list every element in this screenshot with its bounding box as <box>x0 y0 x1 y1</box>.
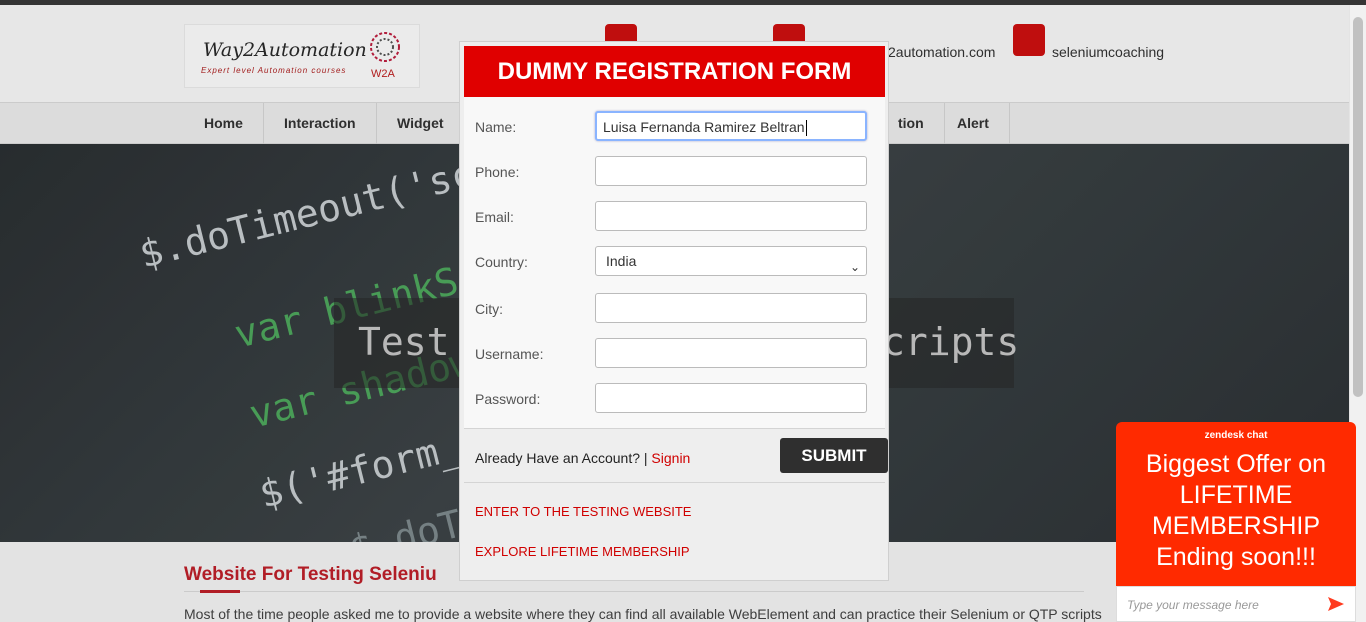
form-panel <box>464 46 885 428</box>
name-label: Name: <box>475 119 517 135</box>
country-label: Country: <box>475 254 528 270</box>
phone-label: Phone: <box>475 164 520 180</box>
modal-title: DUMMY REGISTRATION FORM <box>464 46 885 97</box>
account-text: Already Have an Account? | <box>475 450 648 466</box>
links-divider <box>464 482 885 483</box>
signin-link[interactable]: Signin <box>651 450 690 466</box>
chat-input-placeholder: Type your message here <box>1127 598 1259 612</box>
email-label: Email: <box>475 209 514 225</box>
zendesk-chat-widget[interactable]: zendesk chat Biggest Offer on LIFETIME M… <box>1116 422 1356 622</box>
email-field[interactable] <box>595 201 867 231</box>
city-field[interactable] <box>595 293 867 323</box>
password-label: Password: <box>475 391 541 407</box>
country-select[interactable]: India ⌄ <box>595 246 867 276</box>
chat-message-input[interactable]: Type your message here <box>1116 586 1356 622</box>
scrollbar-thumb[interactable] <box>1353 17 1363 397</box>
send-icon[interactable] <box>1327 595 1345 613</box>
registration-modal: DUMMY REGISTRATION FORM Name: Luisa Fern… <box>459 41 889 581</box>
password-field[interactable] <box>595 383 867 413</box>
username-label: Username: <box>475 346 544 362</box>
name-field[interactable]: Luisa Fernanda Ramirez Beltran <box>595 111 867 141</box>
membership-link[interactable]: EXPLORE LIFETIME MEMBERSHIP <box>475 544 690 559</box>
zendesk-brand: zendesk chat <box>1204 430 1268 441</box>
username-field[interactable] <box>595 338 867 368</box>
account-prompt: Already Have an Account? | Signin <box>475 450 690 466</box>
enter-website-link[interactable]: ENTER TO THE TESTING WEBSITE <box>475 504 691 519</box>
submit-button[interactable]: SUBMIT <box>780 438 888 473</box>
form-divider <box>464 428 885 429</box>
chat-offer-message: Biggest Offer on LIFETIME MEMBERSHIP End… <box>1145 450 1327 571</box>
chevron-down-icon: ⌄ <box>849 260 860 274</box>
phone-field[interactable] <box>595 156 867 186</box>
city-label: City: <box>475 301 503 317</box>
